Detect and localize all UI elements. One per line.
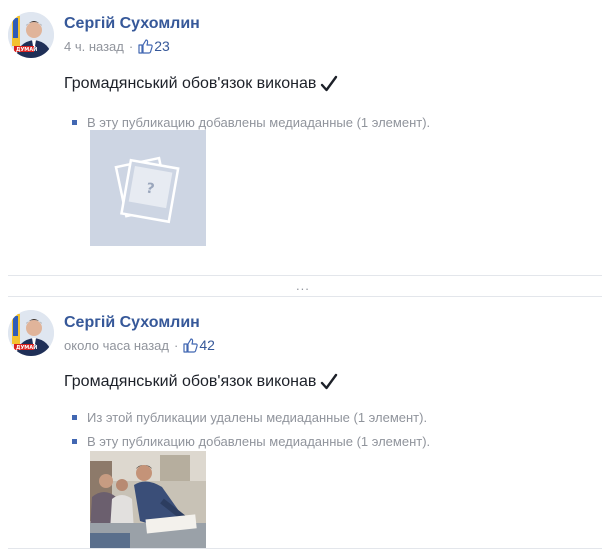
meta-separator: · <box>173 337 179 353</box>
like-count[interactable]: 23 <box>154 38 170 54</box>
post-divider <box>8 548 602 549</box>
post-message-text: Громадянський обов'язок виконав <box>64 75 317 92</box>
list-bullet <box>72 415 77 420</box>
more-separator[interactable]: ... <box>296 278 310 293</box>
check-mark-icon <box>320 373 338 391</box>
post-message: Громадянський обов'язок виконав <box>64 373 338 391</box>
avatar-image: ДУМАЙ <box>8 12 54 58</box>
list-bullet <box>72 439 77 444</box>
list-bullet <box>72 120 77 125</box>
thumbs-up-icon[interactable] <box>182 337 199 353</box>
post-meta: около часа назад · 42 <box>64 337 215 353</box>
media-note-text: Из этой публикации удалены медиаданные (… <box>87 410 428 425</box>
media-note-text: В эту публикацию добавлены медиаданные (… <box>87 434 431 449</box>
avatar[interactable]: ДУМАЙ <box>8 310 54 356</box>
media-placeholder[interactable]: ? <box>90 130 206 246</box>
meta-separator: · <box>128 38 134 54</box>
media-note: Из этой публикации удалены медиаданные (… <box>72 410 427 425</box>
author-name[interactable]: Сергій Сухомлин <box>64 15 200 33</box>
media-note-text: В эту публикацию добавлены медиаданные (… <box>87 115 431 130</box>
voting-photo <box>90 451 206 548</box>
post-message: Громадянський обов'язок виконав <box>64 75 338 93</box>
svg-text:ДУМАЙ: ДУМАЙ <box>16 343 37 351</box>
post-meta: 4 ч. назад · 23 <box>64 38 170 54</box>
svg-text:ДУМАЙ: ДУМАЙ <box>16 45 37 53</box>
avatar[interactable]: ДУМАЙ <box>8 12 54 58</box>
thumbs-up-icon[interactable] <box>137 38 153 54</box>
photo-placeholder-icon: ? <box>114 156 180 224</box>
avatar-image: ДУМАЙ <box>8 310 54 356</box>
post-card: ДУМАЙ Сергій Сухомлин 4 ч. назад · 23 Гр… <box>0 0 608 276</box>
check-mark-icon <box>320 75 338 93</box>
post-message-text: Громадянський обов'язок виконав <box>64 373 317 390</box>
media-photo[interactable] <box>90 451 206 548</box>
like-count[interactable]: 42 <box>199 337 215 353</box>
post-timestamp[interactable]: около часа назад <box>64 338 169 353</box>
post-divider <box>8 275 602 276</box>
media-note: В эту публикацию добавлены медиаданные (… <box>72 115 430 130</box>
media-note: В эту публикацию добавлены медиаданные (… <box>72 434 430 449</box>
author-name[interactable]: Сергій Сухомлин <box>64 314 200 332</box>
post-divider <box>8 296 602 297</box>
post-timestamp[interactable]: 4 ч. назад <box>64 39 124 54</box>
post-card: ДУМАЙ Сергій Сухомлин около часа назад ·… <box>0 298 608 560</box>
